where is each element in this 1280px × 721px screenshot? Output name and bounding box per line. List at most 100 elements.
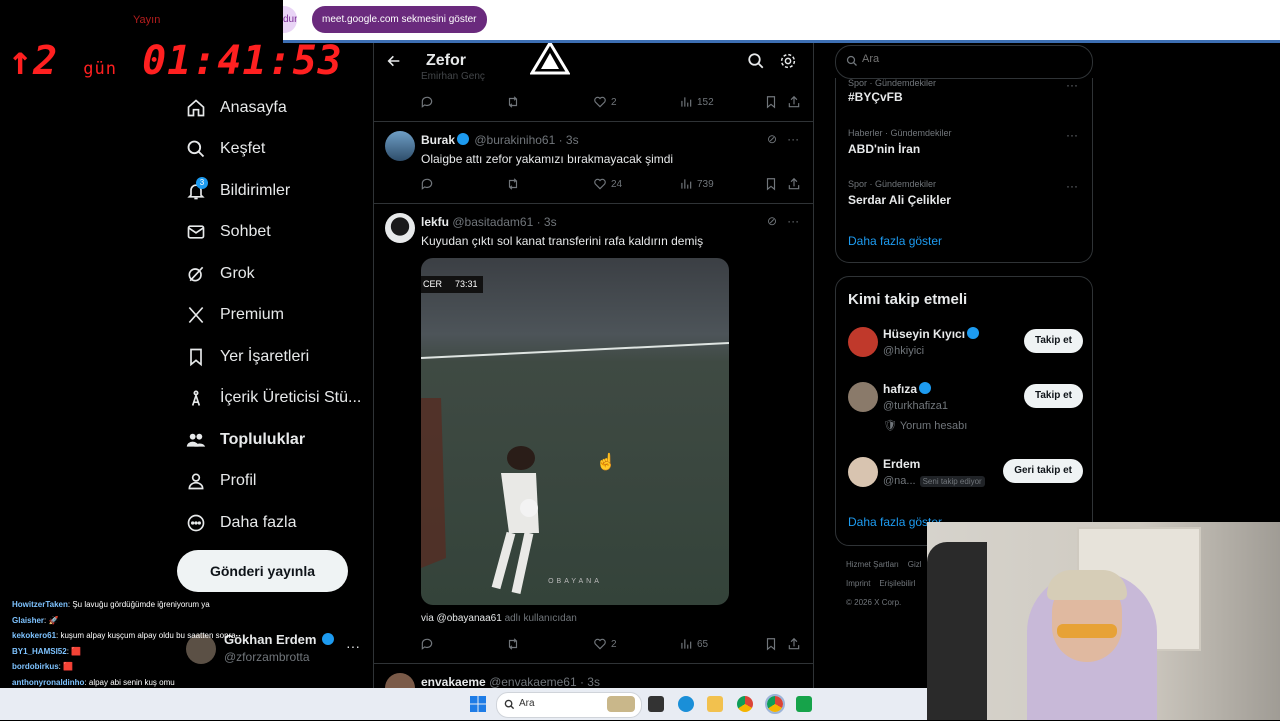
- more-icon[interactable]: ···: [346, 638, 360, 654]
- trend-category: Haberler · Gündemdekiler: [848, 128, 1078, 138]
- bookmark-button[interactable]: [764, 177, 782, 191]
- nav-creator-studio[interactable]: İçerik Üreticisi Stü...: [186, 382, 361, 414]
- retweet-button[interactable]: [506, 95, 524, 109]
- tweet-actions: 2 152: [420, 95, 810, 111]
- retweet-button[interactable]: [506, 637, 524, 651]
- follow-button[interactable]: Takip et: [1024, 329, 1083, 353]
- views-button[interactable]: 65: [679, 637, 708, 651]
- chat-username[interactable]: kekokero61: [12, 631, 56, 640]
- trend-item[interactable]: Spor · Gündemdekiler #BYÇvFB ···: [848, 78, 1078, 104]
- bookmark-button[interactable]: [764, 95, 782, 109]
- chrome-icon[interactable]: [737, 696, 753, 712]
- reply-button[interactable]: [420, 177, 438, 191]
- tweet-actions: 2 65: [420, 637, 810, 653]
- chrome-active-icon[interactable]: [767, 696, 783, 712]
- avatar: [385, 213, 415, 243]
- like-button[interactable]: 24: [593, 177, 622, 191]
- search-input[interactable]: [860, 52, 1084, 66]
- task-view-icon[interactable]: [648, 696, 664, 712]
- chat-username[interactable]: HowitzerTaken: [12, 600, 68, 609]
- views-button[interactable]: 739: [679, 177, 714, 191]
- reply-button[interactable]: [420, 637, 438, 651]
- post-button[interactable]: Gönderi yayınla: [177, 550, 348, 592]
- grok-icon: [186, 264, 206, 284]
- windows-start-icon[interactable]: [470, 696, 486, 712]
- heart-icon: [593, 177, 607, 191]
- taskbar-search[interactable]: Ara: [496, 692, 642, 718]
- tweet-header: Burak @burakiniho61 · 3s: [421, 133, 579, 147]
- chat-username[interactable]: bordobirkus: [12, 662, 59, 671]
- retweet-button[interactable]: [506, 177, 524, 191]
- trend-item[interactable]: Haberler · Gündemdekiler ABD'nin İran ··…: [848, 128, 1078, 156]
- nav-premium[interactable]: Premium: [186, 299, 284, 331]
- more-icon[interactable]: ···: [1066, 78, 1078, 92]
- creator-icon: [186, 388, 206, 408]
- more-icon[interactable]: ···: [1066, 128, 1078, 142]
- meet-share-banner[interactable]: meet.google.com sekmesini göster: [312, 6, 487, 33]
- footer-link-terms[interactable]: Hizmet Şartları: [846, 560, 899, 569]
- bookmark-icon: [186, 347, 206, 367]
- nav-grok[interactable]: Grok: [186, 258, 255, 290]
- chat-text: : kuşum alpay kuşçum alpay oldu bu saatt…: [56, 631, 236, 640]
- search-icon[interactable]: [747, 52, 765, 70]
- chat-message: BY1_HAMSI52: 🟥: [12, 644, 282, 660]
- trend-item[interactable]: Spor · Gündemdekiler Serdar Ali Çelikler…: [848, 179, 1078, 207]
- trends-show-more[interactable]: Daha fazla göster: [848, 234, 942, 248]
- views-icon: [679, 637, 693, 651]
- nav-bookmarks[interactable]: Yer İşaretleri: [186, 341, 309, 373]
- chat-username[interactable]: anthonyronaldinho: [12, 678, 84, 687]
- chat-username[interactable]: Glaisher: [12, 616, 44, 625]
- more-icon[interactable]: ···: [1066, 179, 1078, 193]
- like-button[interactable]: 2: [593, 95, 617, 109]
- file-explorer-icon[interactable]: [707, 696, 723, 712]
- nav-notifications[interactable]: 3 Bildirimler: [186, 175, 290, 207]
- tweet-author[interactable]: Burak: [421, 133, 455, 147]
- via-handle[interactable]: via @obayanaa61: [421, 613, 502, 624]
- avatar: [848, 327, 878, 357]
- app-icon[interactable]: [796, 696, 812, 712]
- gear-icon[interactable]: [779, 52, 797, 70]
- mail-icon: [186, 222, 206, 242]
- footer-link-imprint[interactable]: Imprint: [846, 579, 870, 588]
- chat-username[interactable]: BY1_HAMSI52: [12, 647, 67, 656]
- share-button[interactable]: [787, 637, 805, 651]
- nav-communities[interactable]: Topluluklar: [186, 424, 305, 456]
- nav-profile[interactable]: Profil: [186, 465, 256, 497]
- nav-home[interactable]: Anasayfa: [186, 92, 287, 124]
- suggestion-name-text: hafıza: [883, 382, 917, 396]
- nav-explore[interactable]: Keşfet: [186, 133, 265, 165]
- follow-button[interactable]: Takip et: [1024, 384, 1083, 408]
- views-button[interactable]: 152: [679, 95, 714, 109]
- reply-button[interactable]: [420, 95, 438, 109]
- tweet-author[interactable]: lekfu: [421, 215, 449, 229]
- share-button[interactable]: [787, 177, 805, 191]
- nav-messages[interactable]: Sohbet: [186, 216, 271, 248]
- follow-back-button[interactable]: Geri takip et: [1003, 459, 1083, 483]
- bookmark-icon: [764, 177, 778, 191]
- trend-category: Spor · Gündemdekiler: [848, 179, 1078, 189]
- back-arrow-icon[interactable]: [386, 53, 402, 69]
- tweet-actions: 24 739: [420, 177, 810, 193]
- who-to-follow-panel: Kimi takip etmeli Hüseyin Kıyıcı @hkiyic…: [835, 276, 1093, 546]
- more-icon[interactable]: ···: [787, 214, 799, 228]
- tweet-author[interactable]: envakaeme: [421, 675, 486, 688]
- browser-tab-partial[interactable]: dur: [283, 6, 297, 33]
- tweet-video[interactable]: CER73:31 OBAYANA: [421, 258, 729, 605]
- trend-name: ABD'nin İran: [848, 142, 1078, 156]
- more-icon[interactable]: ···: [787, 132, 799, 146]
- edge-icon[interactable]: [678, 696, 694, 712]
- taskbar-search-placeholder: Ara: [519, 698, 535, 709]
- grok-icon[interactable]: ⊘: [767, 132, 777, 146]
- tweet-text: Olaigbe attı zefor yakamızı bırakmayacak…: [421, 152, 673, 166]
- share-button[interactable]: [787, 95, 805, 109]
- footer-link-privacy[interactable]: Gizl: [908, 560, 922, 569]
- tweet-via: via @obayanaa61 adlı kullanıcıdan: [421, 613, 577, 624]
- bookmark-button[interactable]: [764, 637, 782, 651]
- timeline: Zefor Emirhan Genç 2 152 Burak @burakini…: [373, 43, 814, 688]
- grok-icon[interactable]: ⊘: [767, 214, 777, 228]
- footer-link-accessibility[interactable]: Erişilebilirl: [879, 579, 915, 588]
- like-button[interactable]: 2: [593, 637, 617, 651]
- trend-category: Spor · Gündemdekiler: [848, 78, 1078, 88]
- nav-more[interactable]: Daha fazla: [186, 507, 297, 539]
- search-field[interactable]: [835, 45, 1093, 79]
